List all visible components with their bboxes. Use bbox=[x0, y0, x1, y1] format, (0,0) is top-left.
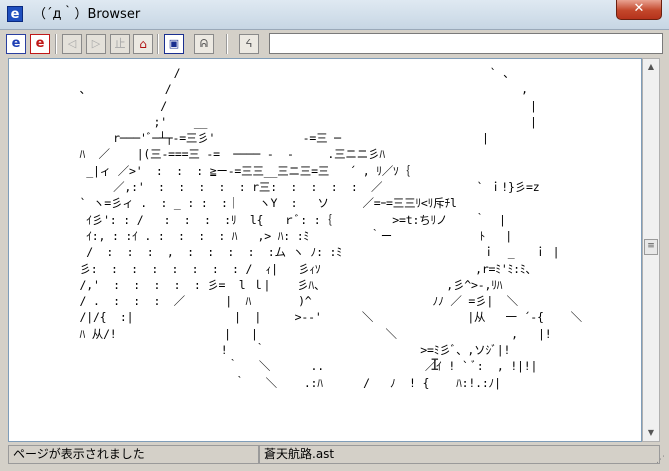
toolbar-separator bbox=[157, 34, 159, 54]
window-icon[interactable]: ▣ bbox=[164, 34, 184, 54]
face-icon[interactable]: ᕱ bbox=[194, 34, 214, 54]
e-blue-icon[interactable]: e bbox=[6, 34, 26, 54]
app-e-icon: e bbox=[7, 6, 23, 22]
scroll-up-icon[interactable]: ▲ bbox=[644, 59, 658, 75]
toolbar-separator bbox=[55, 34, 57, 54]
browser-window: e （´д｀）Browser ✕ e e ◁ ▷ 止 ⌂ ▣ ᕱ ᔦ / ` 、 bbox=[0, 0, 669, 471]
text-cursor-icon: I bbox=[430, 355, 440, 374]
status-filename: 蒼天航路.ast bbox=[259, 445, 660, 464]
ascii-face-icon[interactable]: ᔦ bbox=[239, 34, 259, 54]
stop-icon[interactable]: 止 bbox=[110, 34, 130, 54]
window-title: （´д｀）Browser bbox=[33, 7, 141, 22]
scroll-down-icon[interactable]: ▼ bbox=[644, 425, 658, 441]
toolbar-separator bbox=[226, 34, 228, 54]
close-button[interactable]: ✕ bbox=[616, 0, 662, 20]
vertical-scrollbar[interactable]: ▲ ≡ ▼ bbox=[642, 58, 660, 442]
toolbar: e e ◁ ▷ 止 ⌂ ▣ ᕱ ᔦ bbox=[6, 32, 663, 56]
status-message: ページが表示されました bbox=[8, 445, 259, 464]
ascii-art: / ` 、 、 / , / | ;' __ | r───'ﾞ─┴┬‐=三彡' ‐… bbox=[79, 66, 583, 390]
url-input[interactable] bbox=[269, 33, 663, 54]
title-bar[interactable]: e （´д｀）Browser ✕ bbox=[0, 0, 669, 30]
back-icon[interactable]: ◁ bbox=[62, 34, 82, 54]
e-red-icon[interactable]: e bbox=[30, 34, 50, 54]
status-bar: ページが表示されました 蒼天航路.ast bbox=[0, 444, 669, 466]
resize-grip-icon[interactable]: ⋰ bbox=[656, 455, 665, 465]
page-content[interactable]: / ` 、 、 / , / | ;' __ | r───'ﾞ─┴┬‐=三彡' ‐… bbox=[8, 58, 642, 442]
home-icon[interactable]: ⌂ bbox=[133, 34, 153, 54]
forward-icon[interactable]: ▷ bbox=[86, 34, 106, 54]
scroll-thumb[interactable]: ≡ bbox=[644, 239, 658, 255]
